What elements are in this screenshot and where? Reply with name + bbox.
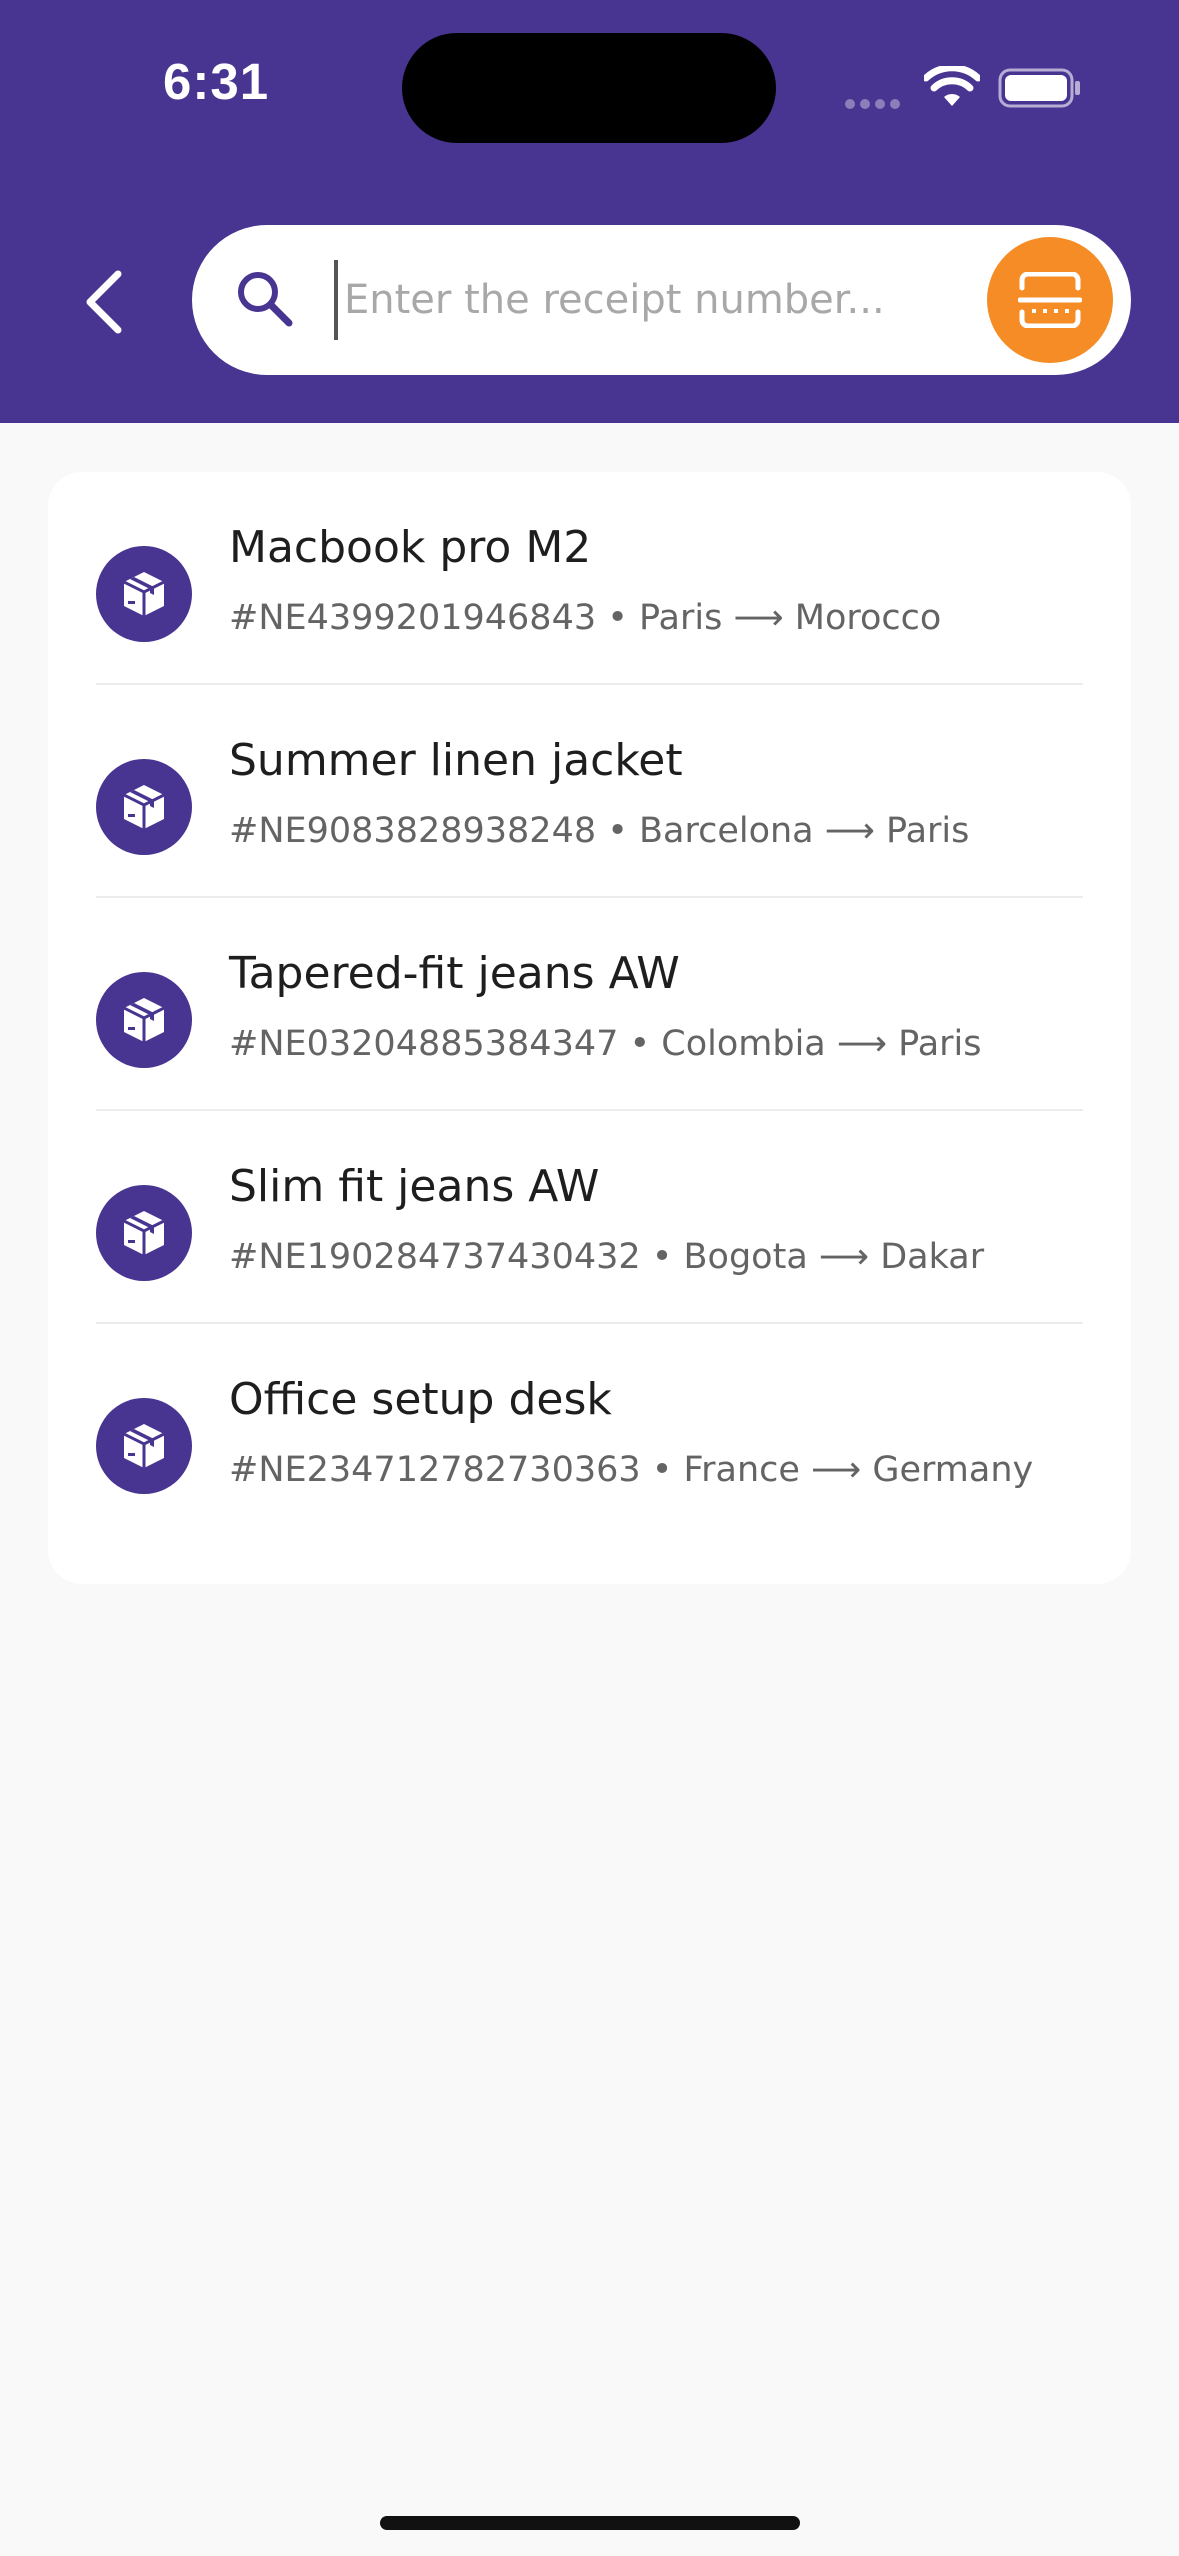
back-button[interactable] (72, 262, 136, 342)
shipment-item[interactable]: Office setup desk #NE234712782730363 • F… (48, 1324, 1131, 1537)
shipment-item[interactable]: Summer linen jacket #NE9083828938248 • B… (48, 685, 1131, 898)
shipments-list: Macbook pro M2 #NE4399201946843 • Paris … (48, 472, 1131, 1584)
package-icon (96, 1185, 192, 1281)
status-time: 6:31 (163, 53, 270, 110)
chevron-left-icon (86, 270, 122, 334)
dynamic-island (402, 33, 776, 143)
shipment-details: #NE03204885384347 • Colombia ⟶ Paris (229, 1024, 982, 1064)
shipment-item[interactable]: Macbook pro M2 #NE4399201946843 • Paris … (48, 472, 1131, 685)
receipt-search-input[interactable] (334, 260, 984, 340)
shipment-details: #NE190284737430432 • Bogota ⟶ Dakar (229, 1237, 985, 1277)
app-header: 6:31 (0, 0, 1179, 423)
shipment-name: Summer linen jacket (229, 735, 683, 786)
shipment-item[interactable]: Slim fit jeans AW #NE190284737430432 • B… (48, 1111, 1131, 1324)
battery-icon (998, 68, 1082, 112)
barcode-scan-icon (1018, 272, 1082, 328)
shipment-details: #NE9083828938248 • Barcelona ⟶ Paris (229, 811, 970, 851)
search-icon (238, 272, 293, 327)
shipment-name: Office setup desk (229, 1374, 612, 1425)
shipment-details: #NE234712782730363 • France ⟶ Germany (229, 1450, 1034, 1490)
search-bar (192, 225, 1131, 375)
package-icon (96, 546, 192, 642)
shipment-name: Macbook pro M2 (229, 522, 592, 573)
shipment-name: Slim fit jeans AW (229, 1161, 600, 1212)
package-icon (96, 759, 192, 855)
shipment-name: Tapered-fit jeans AW (229, 948, 680, 999)
home-indicator[interactable] (380, 2516, 800, 2530)
scan-barcode-button[interactable] (987, 237, 1113, 363)
package-icon (96, 1398, 192, 1494)
wifi-icon (922, 64, 982, 112)
shipment-details: #NE4399201946843 • Paris ⟶ Morocco (229, 598, 942, 638)
cellular-signal-icon (845, 94, 905, 109)
package-icon (96, 972, 192, 1068)
shipment-item[interactable]: Tapered-fit jeans AW #NE03204885384347 •… (48, 898, 1131, 1111)
